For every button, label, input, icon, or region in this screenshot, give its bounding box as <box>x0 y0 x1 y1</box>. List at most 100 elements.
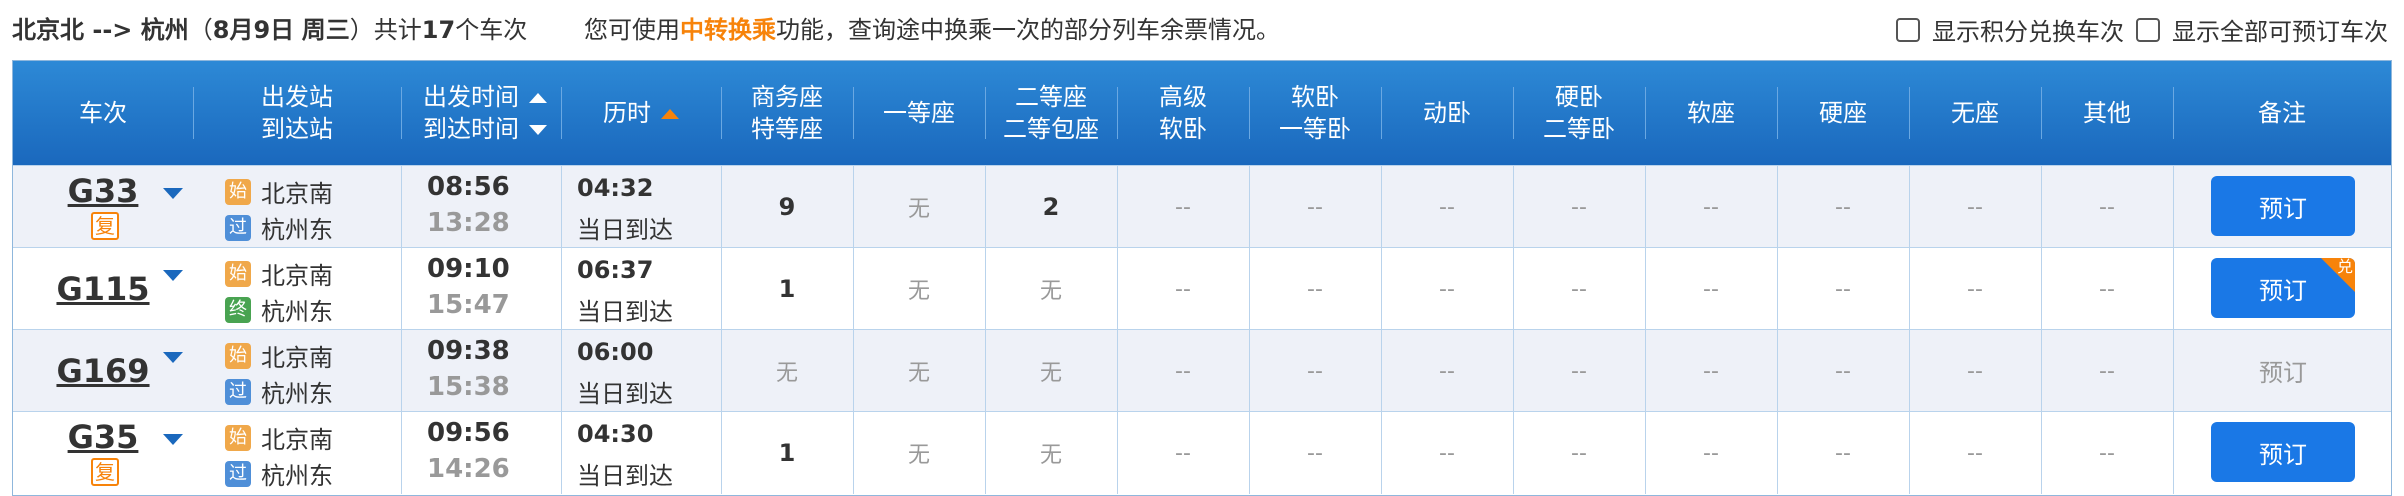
hard-seat: -- <box>1835 276 1851 302</box>
moving-sleeper-seat: -- <box>1439 358 1455 384</box>
arrival-station: 过杭州东 <box>225 374 333 409</box>
col-second: 二等座 二等包座 <box>1003 83 1099 143</box>
soft-seat: -- <box>1703 358 1719 384</box>
arrival-station: 终杭州东 <box>225 292 333 327</box>
table-header: 车次 出发站 到达站 出发时间 到达时间 历时 商务座 特等座 一等座 二等座 二等包… <box>13 61 2391 165</box>
soft-high-seat: -- <box>1175 358 1191 384</box>
moving-sleeper-seat: -- <box>1439 194 1455 220</box>
train-table: 车次 出发站 到达站 出发时间 到达时间 历时 商务座 特等座 一等座 二等座 二等包… <box>12 60 2392 496</box>
train-number-link[interactable]: G115 <box>33 270 173 308</box>
train-count: 17 <box>421 16 456 44</box>
stops-dropdown-icon[interactable] <box>163 270 183 281</box>
hard-sleeper-seat: -- <box>1571 358 1587 384</box>
departure-time: 08:56 <box>427 172 510 202</box>
no-seat: -- <box>1967 440 1983 466</box>
table-row: G35 复 始北京南 过杭州东 09:56 14:26 04:30 当日到达 1 无… <box>13 411 2391 494</box>
first-seat: 无 <box>907 279 930 304</box>
stops-dropdown-icon[interactable] <box>163 188 183 199</box>
duration: 06:37 <box>577 256 654 284</box>
departure-time: 09:10 <box>427 254 510 284</box>
arrival-time: 15:47 <box>427 290 510 320</box>
other-seat: -- <box>2099 440 2115 466</box>
col-hard-sleeper: 硬卧 二等卧 <box>1543 83 1615 143</box>
passing-tag: 过 <box>225 460 251 487</box>
soft-seat: -- <box>1703 276 1719 302</box>
soft-high-seat: -- <box>1175 276 1191 302</box>
arrival-time: 13:28 <box>427 208 510 238</box>
origin-tag: 始 <box>225 342 251 369</box>
train-number-link[interactable]: G169 <box>33 352 173 390</box>
first-seat: 无 <box>907 443 930 468</box>
book-button[interactable]: 预订 <box>2211 422 2355 482</box>
train-number-link[interactable]: G33 <box>33 172 173 210</box>
business-seat[interactable]: 9 <box>721 166 853 248</box>
moving-sleeper-seat: -- <box>1439 440 1455 466</box>
passing-tag: 过 <box>225 378 251 405</box>
origin-tag: 始 <box>225 424 251 451</box>
arrival-note: 当日到达 <box>577 380 673 408</box>
col-remark: 备注 <box>2258 99 2306 127</box>
col-soft-seat: 软座 <box>1687 99 1735 127</box>
duration: 04:32 <box>577 174 654 202</box>
col-no-seat: 无座 <box>1951 99 1999 127</box>
col-first: 一等座 <box>883 99 955 127</box>
departure-station: 始北京南 <box>225 338 333 373</box>
soft-sleeper-seat: -- <box>1307 194 1323 220</box>
second-seat[interactable]: 2 <box>985 166 1117 248</box>
return-trip-badge: 复 <box>91 458 119 486</box>
show-points-checkbox[interactable] <box>1896 17 1920 42</box>
hard-seat: -- <box>1835 440 1851 466</box>
col-hard-seat: 硬座 <box>1819 99 1867 127</box>
train-number-link[interactable]: G35 <box>33 418 173 456</box>
book-button[interactable]: 预订 <box>2211 176 2355 236</box>
first-seat: 无 <box>907 197 930 222</box>
origin-tag: 始 <box>225 178 251 205</box>
soft-seat: -- <box>1703 440 1719 466</box>
show-all-bookable-option[interactable]: 显示全部可预订车次 <box>2136 12 2388 47</box>
departure-time: 09:56 <box>427 418 510 448</box>
col-soft-high: 高级 软卧 <box>1159 83 1207 143</box>
arrival-time: 15:38 <box>427 372 510 402</box>
terminal-tag: 终 <box>225 296 251 323</box>
no-seat: -- <box>1967 358 1983 384</box>
query-summary-bar: 北京北 --> 杭州（8月9日 周三）共计17个车次 您可使用中转换乘功能，查询… <box>0 0 2404 58</box>
hard-sleeper-seat: -- <box>1571 440 1587 466</box>
business-seat[interactable]: 1 <box>721 248 853 330</box>
points-badge-label: 兑 <box>2336 258 2353 276</box>
duration: 06:00 <box>577 338 654 366</box>
soft-seat: -- <box>1703 194 1719 220</box>
book-button[interactable]: 预订 兑 <box>2211 258 2355 318</box>
soft-sleeper-seat: -- <box>1307 358 1323 384</box>
route-summary: 北京北 --> 杭州（8月9日 周三）共计17个车次 <box>12 16 528 44</box>
other-seat: -- <box>2099 194 2115 220</box>
stops-dropdown-icon[interactable] <box>163 434 183 445</box>
col-train: 车次 <box>79 99 127 127</box>
no-seat: -- <box>1967 194 1983 220</box>
business-seat[interactable]: 1 <box>721 412 853 494</box>
show-points-trains-option[interactable]: 显示积分兑换车次 <box>1896 12 2124 47</box>
return-trip-badge: 复 <box>91 212 119 240</box>
other-seat: -- <box>2099 276 2115 302</box>
hard-seat: -- <box>1835 194 1851 220</box>
table-row: G33 复 始北京南 过杭州东 08:56 13:28 04:32 当日到达 9 无… <box>13 165 2391 248</box>
travel-date: 8月9日 <box>212 16 295 44</box>
arrival-note: 当日到达 <box>577 216 673 244</box>
transfer-tip: 您可使用中转换乘功能，查询途中换乘一次的部分列车余票情况。 <box>584 16 1280 44</box>
second-seat: 无 <box>1039 279 1062 304</box>
book-button-disabled: 预订 <box>2259 358 2307 387</box>
arrival-station: 过杭州东 <box>225 456 333 491</box>
transfer-link[interactable]: 中转换乘 <box>680 16 776 44</box>
first-seat: 无 <box>907 361 930 386</box>
show-all-checkbox[interactable] <box>2136 17 2160 42</box>
sort-desc-icon <box>529 125 547 135</box>
col-duration[interactable]: 历时 <box>561 61 721 165</box>
stops-dropdown-icon[interactable] <box>163 352 183 363</box>
departure-time: 09:38 <box>427 336 510 366</box>
duration: 04:30 <box>577 420 654 448</box>
sort-dep-time[interactable]: 出发时间 <box>423 81 547 113</box>
sort-arr-time[interactable]: 到达时间 <box>423 113 547 145</box>
route-text: 北京北 --> 杭州 <box>12 16 189 44</box>
col-business: 商务座 特等座 <box>751 83 823 143</box>
table-row: G115 始北京南 终杭州东 09:10 15:47 06:37 当日到达 1 无 … <box>13 247 2391 330</box>
col-stations: 出发站 到达站 <box>261 83 333 143</box>
